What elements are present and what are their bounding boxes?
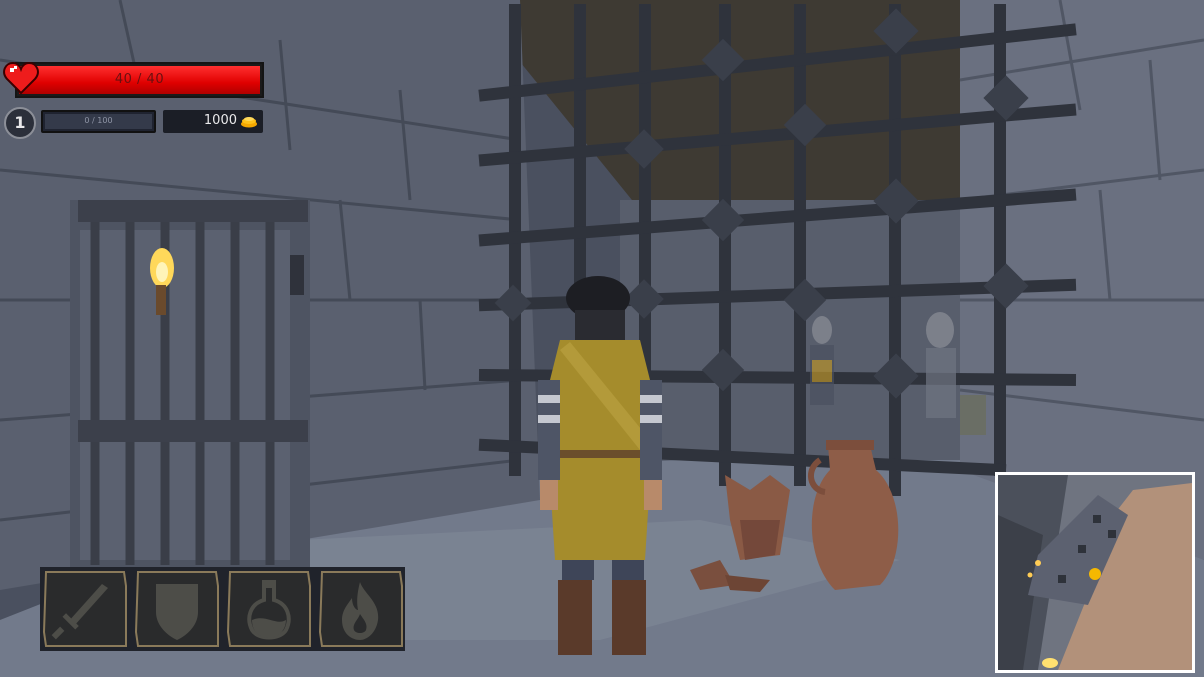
skill-slot-shield[interactable]	[134, 570, 220, 648]
skill-slot-fire[interactable]	[318, 570, 404, 648]
fire-icon	[318, 571, 403, 647]
skill-bar	[40, 567, 405, 651]
health-bar: 40 / 40	[3, 61, 265, 101]
experience-text: 0 / 100	[84, 116, 113, 125]
minimap-view	[998, 475, 1192, 670]
heart-icon	[3, 62, 39, 95]
skill-slot-sword[interactable]	[42, 570, 128, 648]
minimap[interactable]	[995, 472, 1195, 673]
gold-counter: 1000	[163, 110, 263, 133]
minimap-player-marker	[1089, 568, 1101, 580]
sword-icon	[42, 571, 127, 647]
level-badge: 1	[4, 107, 36, 139]
skill-slot-potion[interactable]	[226, 570, 312, 648]
health-bar-frame: 40 / 40	[15, 62, 264, 98]
health-text: 40 / 40	[114, 72, 165, 87]
shield-icon	[134, 571, 219, 647]
potion-icon	[226, 571, 311, 647]
gold-amount: 1000	[203, 113, 237, 128]
experience-bar: 0 / 100	[41, 110, 156, 133]
gold-coins-icon	[241, 117, 257, 128]
